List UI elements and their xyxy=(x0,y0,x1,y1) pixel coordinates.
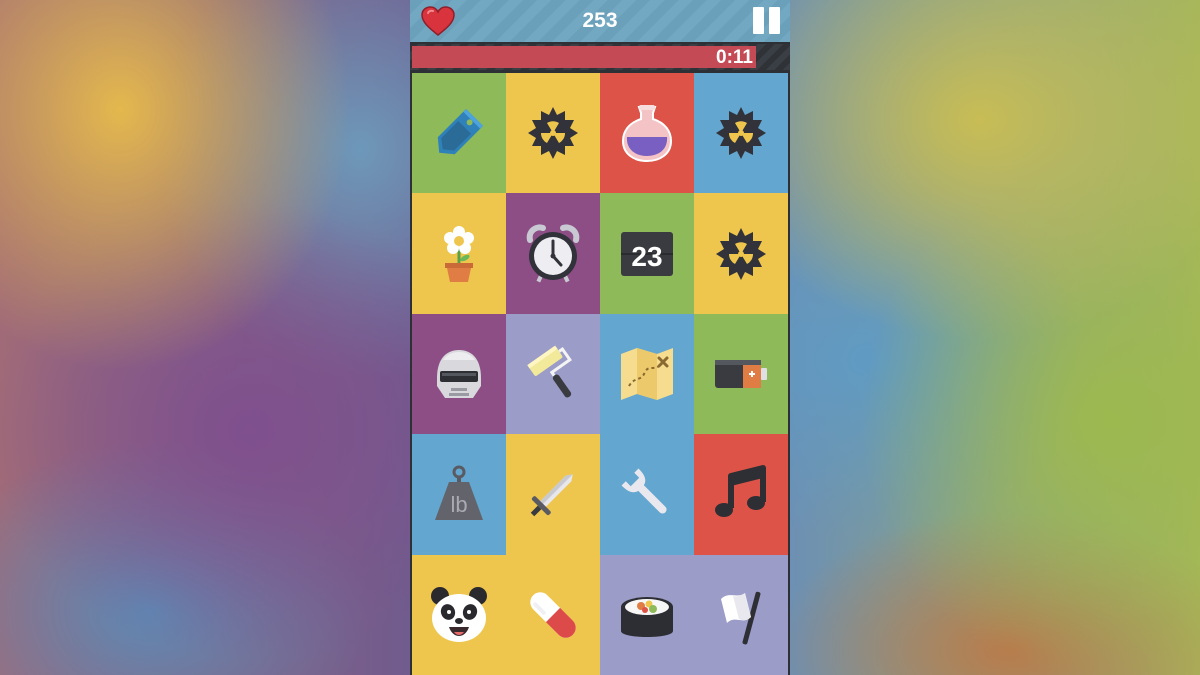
tile-label: 23 xyxy=(631,241,662,272)
game-tile[interactable] xyxy=(600,313,694,435)
pause-bar-right xyxy=(769,7,780,34)
potion-flask-icon xyxy=(621,105,673,163)
panda-icon xyxy=(431,586,487,642)
price-tag-icon xyxy=(437,109,484,155)
game-tile[interactable] xyxy=(412,73,506,194)
timer-progress-fill xyxy=(412,46,756,68)
game-tile[interactable] xyxy=(694,313,788,435)
radioactive-mine-icon xyxy=(528,107,578,160)
game-tile[interactable] xyxy=(600,434,694,555)
music-note-icon xyxy=(715,465,766,518)
game-tile[interactable] xyxy=(506,73,600,194)
radioactive-mine-icon xyxy=(716,107,766,160)
game-tile[interactable] xyxy=(506,193,600,314)
icon-grid: 23 lb xyxy=(412,73,788,675)
pill-icon xyxy=(530,592,576,638)
game-tile[interactable] xyxy=(600,554,694,675)
sword-icon xyxy=(530,474,573,517)
game-tile[interactable] xyxy=(600,73,694,194)
sushi-roll-icon xyxy=(621,596,673,637)
game-tile[interactable] xyxy=(412,193,506,314)
game-tile[interactable] xyxy=(506,313,600,435)
timer-bar: 0:11 xyxy=(410,44,790,70)
robot-helmet-icon xyxy=(437,349,481,398)
game-tile[interactable] xyxy=(412,313,506,435)
game-tile[interactable]: 23 xyxy=(600,193,694,314)
game-screen: 253 0:11 23 lb xyxy=(410,0,790,675)
pause-bar-left xyxy=(753,7,764,34)
radioactive-mine-icon xyxy=(716,227,766,280)
weight-icon: lb xyxy=(435,465,483,521)
calendar-icon: 23 xyxy=(621,231,673,276)
game-tile[interactable] xyxy=(694,434,788,555)
wrench-icon xyxy=(621,468,667,514)
game-tile[interactable] xyxy=(412,554,506,675)
pause-button[interactable] xyxy=(753,7,781,35)
treasure-map-icon xyxy=(621,347,673,400)
timer-text: 0:11 xyxy=(716,47,753,68)
top-bar: 253 xyxy=(410,0,790,42)
tile-label: lb xyxy=(450,492,467,517)
game-tile[interactable] xyxy=(506,554,600,675)
paint-roller-icon xyxy=(527,345,572,398)
battery-icon xyxy=(715,359,767,388)
game-tile[interactable] xyxy=(694,193,788,314)
potted-flower-icon xyxy=(444,225,474,282)
game-tile[interactable] xyxy=(694,554,788,675)
game-tile[interactable]: lb xyxy=(412,434,506,555)
alarm-clock-icon xyxy=(526,224,580,283)
game-tile[interactable] xyxy=(694,73,788,194)
white-flag-icon xyxy=(721,591,761,645)
score-display: 253 xyxy=(582,9,618,32)
game-tile[interactable] xyxy=(506,434,600,555)
